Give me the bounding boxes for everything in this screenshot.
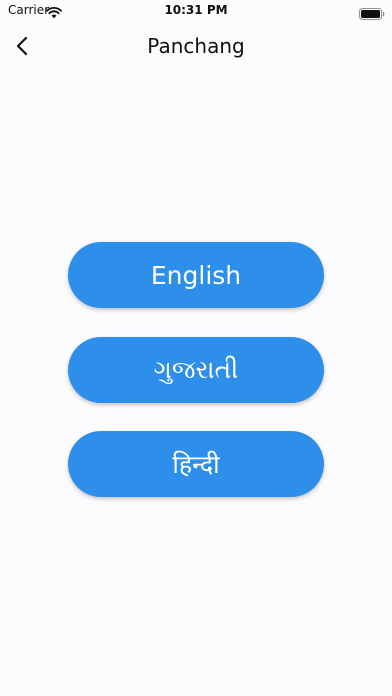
navigation-bar: Panchang [0,22,392,70]
page-title: Panchang [147,34,245,58]
status-bar: Carrier 10:31 PM [0,0,392,22]
english-language-button[interactable]: English [68,242,324,308]
status-time: 10:31 PM [164,3,228,17]
hindi-language-button[interactable]: हिन्दी [68,431,324,497]
gujarati-language-button[interactable]: ગુજરાતી [68,337,324,403]
